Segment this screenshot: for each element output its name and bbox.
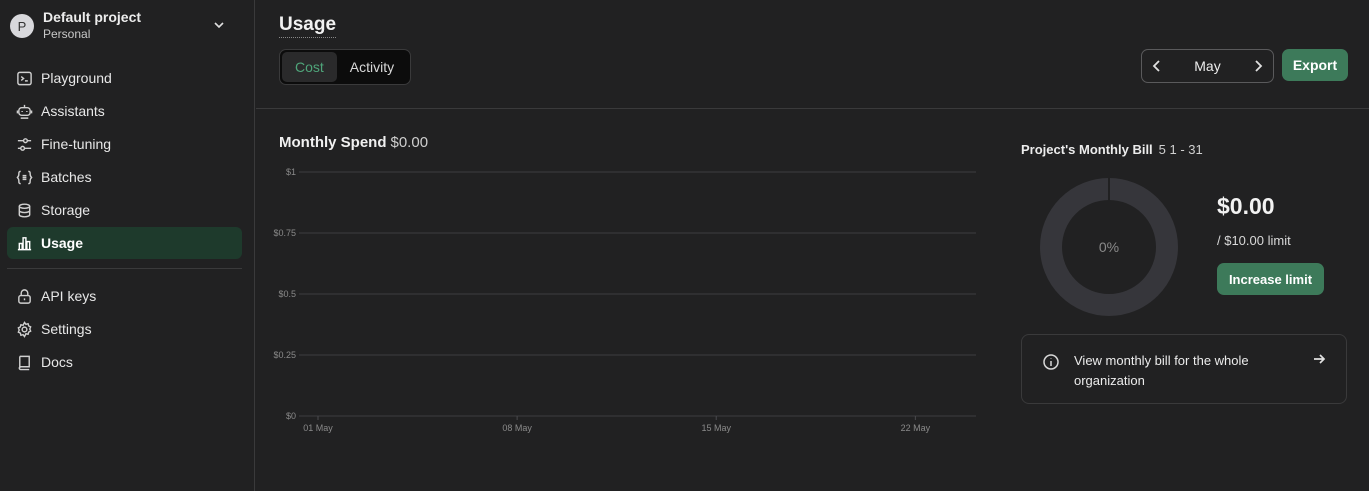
sidebar: P Default project Personal Playground As… — [0, 0, 255, 491]
monthly-spend-heading: Monthly Spend $0.00 — [279, 134, 428, 151]
robot-icon — [15, 102, 33, 120]
sidebar-item-label: Settings — [41, 321, 92, 337]
info-icon — [1042, 353, 1060, 371]
lock-icon — [15, 287, 33, 305]
monthly-spend-title: Monthly Spend — [279, 134, 387, 151]
bar-chart-icon — [15, 234, 33, 252]
sidebar-divider — [7, 268, 242, 269]
chevron-left-icon[interactable] — [1150, 59, 1164, 73]
project-avatar: P — [10, 14, 34, 38]
sidebar-item-label: Playground — [41, 70, 112, 86]
monthly-spend-value: $0.00 — [390, 134, 429, 151]
x-tick-label: 22 May — [901, 423, 931, 433]
book-icon — [15, 353, 33, 371]
chevron-down-icon — [212, 18, 226, 35]
sliders-icon — [15, 135, 33, 153]
sidebar-item-label: Fine-tuning — [41, 136, 112, 152]
bill-percent: 0% — [1098, 239, 1120, 255]
x-tick-label: 08 May — [502, 423, 532, 433]
y-tick-label: $0.25 — [273, 350, 296, 360]
main-content: Usage Cost Activity May Export Monthly S… — [256, 0, 1369, 491]
view-toggle: Cost Activity — [279, 49, 411, 85]
sidebar-item-settings[interactable]: Settings — [7, 313, 242, 345]
y-tick-label: $0.75 — [273, 228, 296, 238]
sidebar-item-usage[interactable]: Usage — [7, 227, 242, 259]
y-tick-label: $0.5 — [278, 289, 296, 299]
y-tick-label: $0 — [286, 411, 296, 421]
increase-limit-button[interactable]: Increase limit — [1217, 263, 1324, 295]
month-selector: May — [1141, 49, 1274, 83]
tab-activity[interactable]: Activity — [337, 52, 407, 82]
sidebar-item-label: Storage — [41, 202, 91, 218]
spend-chart: $0 $0.25 $0.5 $0.75 $1 01 May 08 May 15 May 22 M… — [256, 160, 996, 450]
sidebar-item-storage[interactable]: Storage — [7, 194, 242, 226]
database-icon — [15, 201, 33, 219]
org-bill-text: View monthly bill for the whole organiza… — [1074, 353, 1249, 388]
project-subtitle: Personal — [43, 27, 91, 41]
spend-chart-svg: $0 $0.25 $0.5 $0.75 $1 01 May 08 May 15 May 22 M… — [273, 167, 976, 433]
gear-icon — [15, 320, 33, 338]
bill-limit: / $10.00 limit — [1217, 233, 1291, 248]
sidebar-nav: Playground Assistants Fine-tuning Batche… — [7, 62, 242, 260]
page-header: Usage Cost Activity May Export — [256, 0, 1369, 109]
page-title: Usage — [279, 14, 337, 38]
bill-heading: Project's Monthly Bill 5 1 - 31 — [1021, 142, 1203, 157]
month-label: May — [1194, 58, 1221, 74]
sidebar-item-assistants[interactable]: Assistants — [7, 95, 242, 127]
sidebar-item-playground[interactable]: Playground — [7, 62, 242, 94]
bill-title: Project's Monthly Bill — [1021, 142, 1153, 157]
sidebar-item-label: Assistants — [41, 103, 105, 119]
x-tick-label: 15 May — [701, 423, 731, 433]
sidebar-item-fine-tuning[interactable]: Fine-tuning — [7, 128, 242, 160]
sidebar-item-label: Batches — [41, 169, 92, 185]
chevron-right-icon[interactable] — [1251, 59, 1265, 73]
sidebar-item-label: API keys — [41, 288, 97, 304]
bill-amount: $0.00 — [1217, 193, 1275, 219]
sidebar-nav-bottom: API keys Settings Docs — [7, 280, 242, 379]
bill-range: 5 1 - 31 — [1158, 142, 1203, 157]
tab-cost[interactable]: Cost — [282, 52, 337, 82]
project-selector[interactable]: P Default project Personal — [10, 8, 242, 44]
sidebar-item-label: Docs — [41, 354, 73, 370]
sidebar-item-api-keys[interactable]: API keys — [7, 280, 242, 312]
y-tick-label: $1 — [286, 167, 296, 177]
export-button[interactable]: Export — [1282, 49, 1348, 81]
x-tick-label: 01 May — [303, 423, 333, 433]
org-bill-link[interactable]: View monthly bill for the whole organiza… — [1021, 334, 1347, 404]
sidebar-item-batches[interactable]: Batches — [7, 161, 242, 193]
braces-icon — [15, 168, 33, 186]
sidebar-item-label: Usage — [41, 235, 84, 251]
sidebar-item-docs[interactable]: Docs — [7, 346, 242, 378]
terminal-icon — [15, 69, 33, 87]
project-name: Default project — [43, 9, 142, 25]
arrow-right-icon — [1312, 352, 1326, 366]
